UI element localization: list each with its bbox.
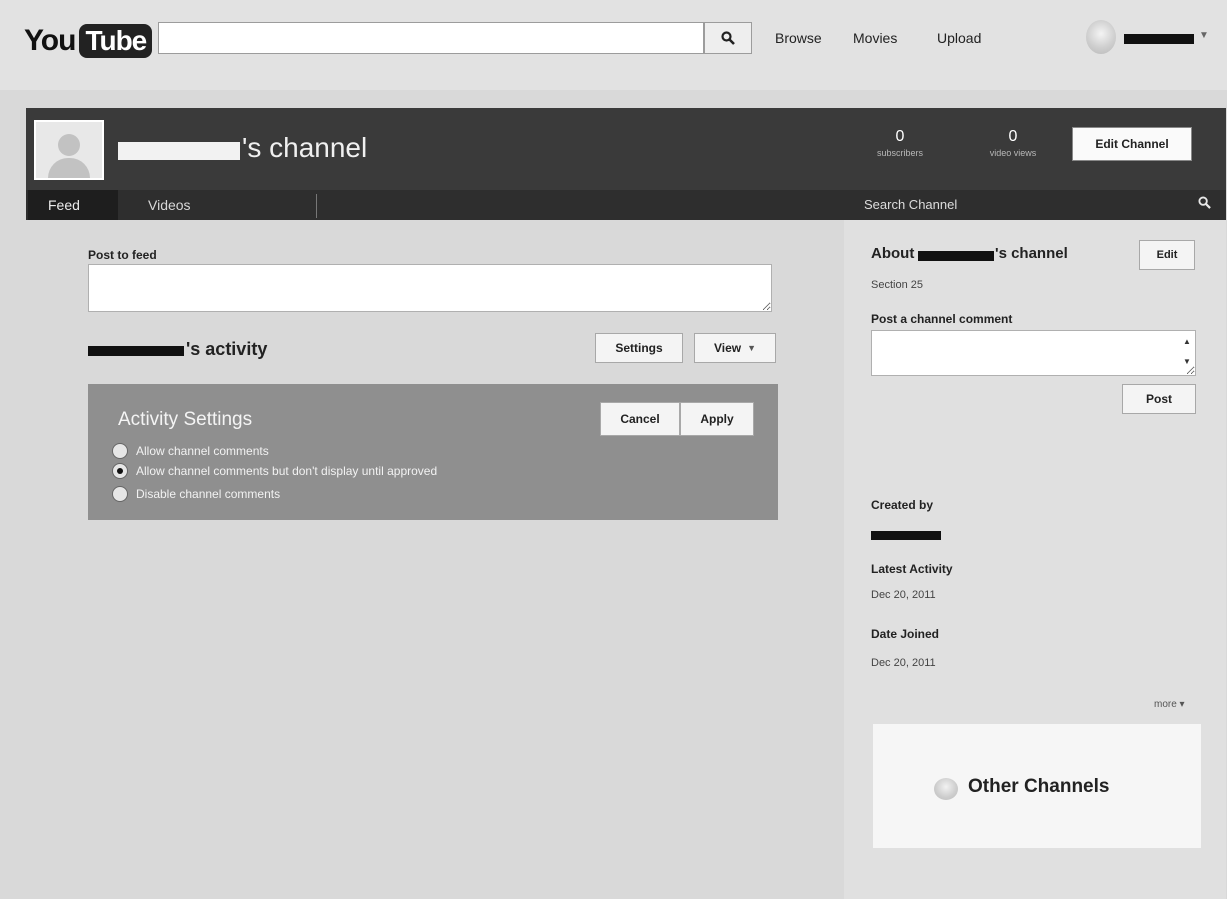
about-edit-button[interactable]: Edit — [1139, 240, 1195, 270]
latest-activity-value: Dec 20, 2011 — [871, 589, 936, 601]
nav-browse-link[interactable]: Browse — [775, 30, 822, 46]
radio-allow-comments[interactable]: Allow channel comments — [112, 443, 269, 459]
view-dropdown-button[interactable]: View ▼ — [694, 333, 776, 363]
radio-allow-comments-approved[interactable]: Allow channel comments but don't display… — [112, 463, 437, 479]
created-by-label: Created by — [871, 498, 934, 512]
tab-videos[interactable]: Videos — [148, 190, 191, 220]
cancel-button[interactable]: Cancel — [600, 402, 680, 436]
more-link[interactable]: more ▾ — [1154, 699, 1185, 710]
subscribers-stat: 0 subscribers — [860, 128, 940, 158]
latest-activity-label: Latest Activity — [871, 562, 953, 576]
radio-button-checked[interactable] — [112, 463, 128, 479]
views-stat: 0 video views — [973, 128, 1053, 158]
nav-upload-link[interactable]: Upload — [937, 30, 981, 46]
subscribers-label: subscribers — [876, 148, 923, 158]
channel-name-redacted — [118, 142, 240, 160]
channel-comment-label: Post a channel comment — [871, 312, 1013, 326]
radio-label: Allow channel comments — [136, 444, 269, 458]
date-joined-label: Date Joined — [871, 627, 940, 641]
comment-scrollbar[interactable]: ▲ ▼ — [1180, 332, 1194, 374]
channel-comment-input[interactable] — [871, 330, 1196, 376]
avatar-icon — [934, 778, 958, 800]
about-suffix: 's channel — [995, 245, 1068, 262]
activity-settings-title: Activity Settings — [118, 409, 253, 430]
activity-name-redacted — [88, 346, 184, 356]
post-to-feed-input[interactable] — [88, 264, 772, 312]
avatar-head-shape — [58, 134, 80, 156]
tab-divider — [316, 194, 317, 218]
post-comment-button[interactable]: Post — [1122, 384, 1196, 414]
nav-movies-link[interactable]: Movies — [853, 30, 897, 46]
post-to-feed-label: Post to feed — [88, 248, 157, 262]
chevron-down-icon[interactable]: ▼ — [1199, 30, 1209, 41]
view-label: View — [713, 341, 742, 355]
chevron-down-icon: ▼ — [747, 343, 757, 353]
creator-name-redacted[interactable] — [871, 531, 941, 540]
other-channels-label: Other Channels — [968, 776, 1110, 797]
date-joined-value: Dec 20, 2011 — [871, 657, 936, 669]
tab-feed[interactable]: Feed — [28, 190, 118, 220]
about-section: Section 25 — [871, 279, 923, 291]
radio-label: Disable channel comments — [136, 487, 281, 501]
user-avatar[interactable] — [1086, 20, 1116, 54]
avatar-body-shape — [48, 158, 90, 178]
apply-button[interactable]: Apply — [680, 402, 754, 436]
logo-tube-text: Tube — [79, 24, 153, 58]
search-input[interactable] — [158, 22, 704, 54]
channel-search-input[interactable]: Search Channel — [864, 192, 1184, 218]
about-name-redacted — [918, 251, 994, 261]
subscribers-count: 0 — [895, 128, 905, 145]
search-icon[interactable] — [1198, 196, 1211, 209]
youtube-logo[interactable]: You Tube — [24, 22, 153, 60]
logo-you-text: You — [24, 24, 76, 57]
search-icon — [721, 31, 735, 45]
search-button[interactable] — [704, 22, 752, 54]
radio-button[interactable] — [112, 443, 128, 459]
views-label: video views — [989, 148, 1037, 158]
channel-title: 's channel — [242, 132, 368, 163]
about-prefix: About — [871, 245, 915, 262]
views-count: 0 — [1008, 128, 1018, 145]
user-name-redacted[interactable] — [1124, 34, 1194, 44]
activity-heading: 's activity — [186, 339, 268, 359]
channel-avatar — [34, 120, 104, 180]
radio-disable-comments[interactable]: Disable channel comments — [112, 486, 280, 502]
settings-button[interactable]: Settings — [595, 333, 683, 363]
radio-label: Allow channel comments but don't display… — [136, 464, 438, 478]
edit-channel-button[interactable]: Edit Channel — [1072, 127, 1192, 161]
radio-button[interactable] — [112, 486, 128, 502]
